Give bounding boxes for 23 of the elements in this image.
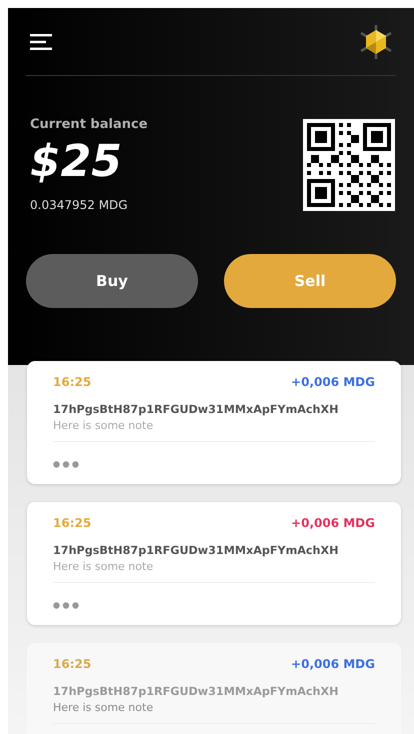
more-icon[interactable] — [53, 602, 79, 609]
more-icon[interactable] — [53, 461, 79, 468]
crypto-balance: 0.0347952 MDG — [30, 198, 129, 212]
wallet-address: 17hPgsBtH87p1RFGUDw31MMxApFYmAchXH — [53, 685, 340, 698]
transaction-time: 16:25 — [53, 375, 92, 389]
wallet-address: 17hPgsBtH87p1RFGUDw31MMxApFYmAchXH — [53, 544, 340, 557]
buy-button[interactable]: Buy — [26, 254, 198, 308]
transaction-time: 16:25 — [53, 657, 92, 671]
transaction-note: Here is some note — [53, 419, 154, 432]
hexagon-logo-icon[interactable] — [358, 24, 394, 60]
transaction-card[interactable]: 16:25 +0,006 MDG 17hPgsBtH87p1RFGUDw31MMxApFYmAchXH Here is some note — [27, 502, 401, 625]
transaction-amount: +0,006 MDG — [291, 516, 375, 530]
transaction-amount: +0,006 MDG — [291, 657, 375, 671]
balance-amount: $25 — [30, 136, 123, 188]
balance-label: Current balance — [30, 117, 148, 132]
transaction-card[interactable]: 16:25 +0,006 MDG 17hPgsBtH87p1RFGUDw31MMxApFYmAchXH Here is some note — [27, 361, 401, 484]
transaction-note: Here is some note — [53, 701, 154, 714]
transaction-amount: +0,006 MDG — [291, 375, 375, 389]
wallet-address: 17hPgsBtH87p1RFGUDw31MMxApFYmAchXH — [53, 403, 340, 416]
transaction-time: 16:25 — [53, 516, 92, 530]
transaction-note: Here is some note — [53, 560, 154, 573]
transaction-card[interactable]: 16:25 +0,006 MDG 17hPgsBtH87p1RFGUDw31MMxApFYmAchXH Here is some note — [27, 643, 401, 734]
menu-icon[interactable] — [30, 34, 52, 50]
